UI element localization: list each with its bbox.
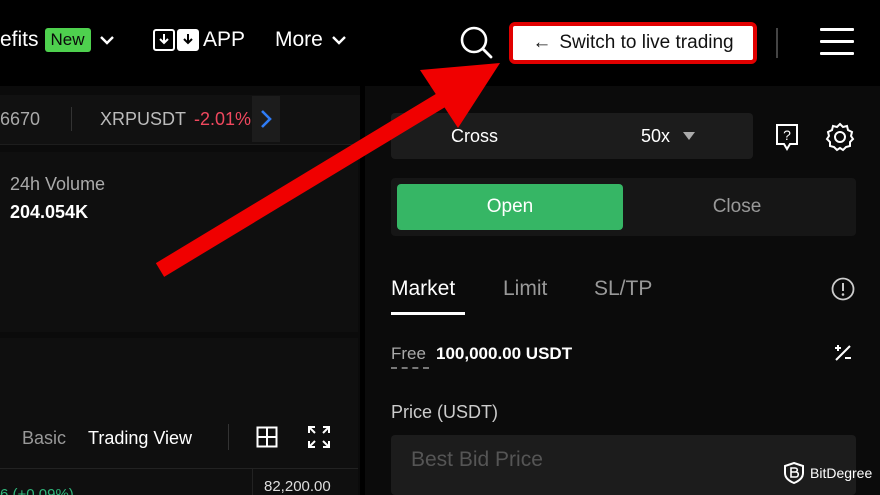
free-label-underline [391,367,429,369]
volume-label: 24h Volume [10,174,106,194]
ticker-strip: 6670 XRPUSDT -2.01% [0,95,360,145]
fullscreen-icon[interactable] [308,426,330,448]
ticker-divider [71,107,72,131]
margin-leverage-selector[interactable]: Cross 50x [391,113,753,159]
switch-to-live-trading-label: Switch to live trading [559,32,734,53]
tab-sl-tp[interactable]: SL/TP [594,277,652,301]
ticker-change: -2.01% [194,109,252,129]
bitdegree-logo-icon [784,462,804,484]
chart-top-border [0,468,358,469]
watermark: BitDegree [784,462,872,484]
view-basic-tab[interactable]: Basic [22,428,66,449]
calculator-icon[interactable] [833,343,853,363]
watermark-text: BitDegree [810,465,873,481]
view-trading-view-tab[interactable]: Trading View [88,428,192,449]
top-navigation-bar: efits New APP More ← Switch to live trad… [0,0,880,86]
chart-panel: Basic Trading View 82,200.00 6 (+0.09%) [0,338,358,495]
ticker-prev-value: 6670 [0,109,41,129]
market-stats-panel: 24h Volume 204.054K [0,152,358,332]
download-icon [153,29,199,51]
order-panel: Cross 50x ? Open Close Market Limit SL/T… [365,95,880,495]
nav-download-app[interactable]: APP [153,28,245,52]
hamburger-menu-icon[interactable] [820,28,854,56]
nav-benefits[interactable]: efits New [0,28,115,52]
open-close-toggle: Open Close [391,178,856,236]
chart-toolbar-divider [228,424,229,450]
price-axis-tick: 82,200.00 [264,478,331,495]
switch-to-live-trading-button[interactable]: ← Switch to live trading [509,22,757,64]
info-icon[interactable] [831,277,855,301]
nav-more-label: More [275,28,323,51]
tab-market[interactable]: Market [391,277,455,301]
arrow-left-icon: ← [532,32,552,53]
svg-text:?: ? [783,127,791,143]
new-badge: New [44,28,91,52]
nav-more[interactable]: More [275,28,347,52]
volume-value: 204.054K [10,202,89,222]
search-icon[interactable] [458,24,494,60]
tab-limit[interactable]: Limit [503,277,547,301]
chevron-right-icon [261,110,272,128]
free-balance-label: Free [391,344,426,363]
nav-app-label: APP [203,28,246,51]
ticker-next-button[interactable] [252,96,280,142]
free-balance-value: 100,000.00 USDT [436,344,573,363]
price-field-label: Price (USDT) [391,402,498,422]
active-tab-indicator [391,312,465,315]
leverage-label: 50x [641,126,671,146]
price-axis-border [252,468,253,495]
chevron-down-icon [332,36,346,45]
nav-benefits-label: efits [0,28,39,51]
gear-icon[interactable] [825,122,855,152]
chevron-down-icon [99,36,114,45]
caret-down-icon [683,132,695,140]
margin-mode-label: Cross [451,126,499,146]
open-tab-button[interactable]: Open [397,184,623,230]
close-tab-button[interactable]: Close [623,184,851,230]
nav-divider [776,28,778,58]
grid-layout-icon[interactable] [256,426,278,448]
help-icon[interactable]: ? [775,123,799,151]
price-change-text: 6 (+0.09%) [0,486,74,495]
ticker-symbol[interactable]: XRPUSDT [100,109,186,130]
